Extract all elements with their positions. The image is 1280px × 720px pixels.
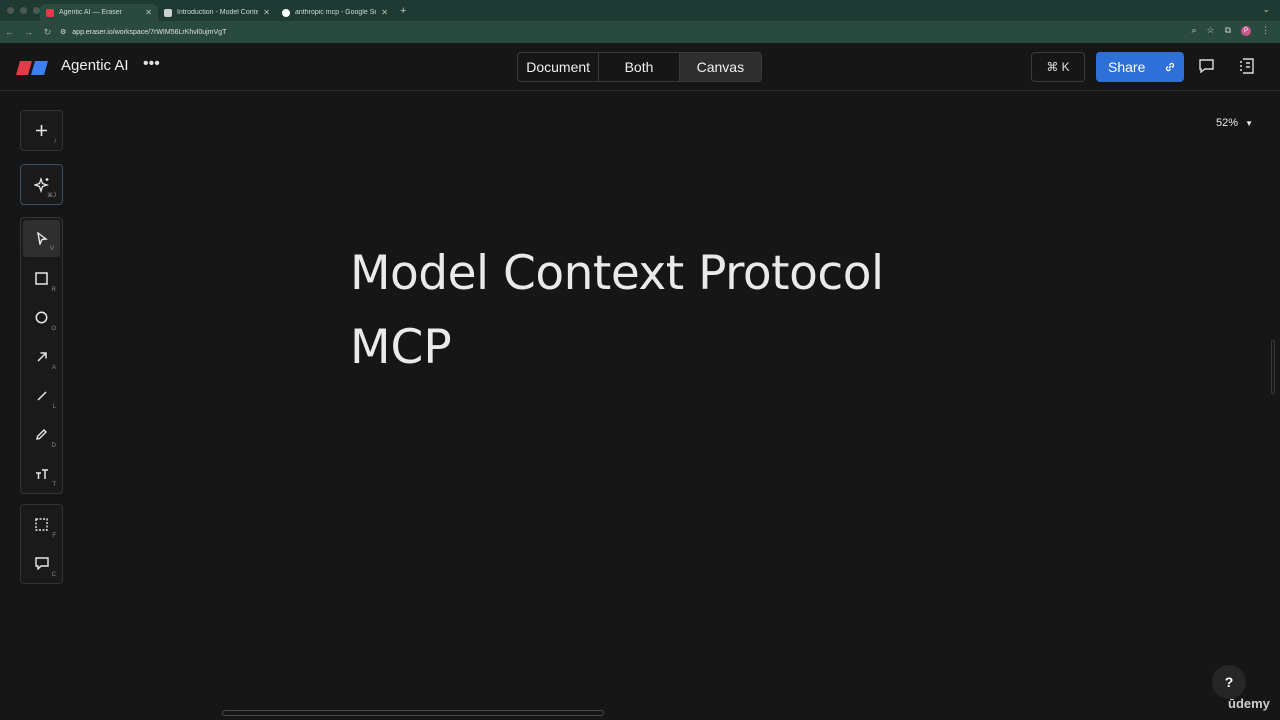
view-mode-toggle: Document Both Canvas (517, 52, 762, 82)
shortcut-key: C (51, 572, 56, 578)
drawing-tool-group: V R O A L D T (20, 217, 63, 494)
share-button[interactable]: Share (1096, 52, 1184, 82)
ai-assist-button[interactable]: ⌘J (21, 165, 62, 204)
shortcut-key: F (52, 533, 56, 539)
mcp-favicon-icon (164, 8, 172, 17)
browser-actions: ⌕ ☆ ⧉ P ⋮ (1191, 25, 1270, 36)
tab-title: Introduction - Model Context (177, 9, 259, 16)
view-canvas-button[interactable]: Canvas (679, 53, 761, 81)
url-text: app.eraser.io/workspace/7rWIM56LrKhvl0uj… (72, 28, 227, 36)
vertical-scrollbar[interactable] (1271, 340, 1275, 394)
bookmark-star-icon[interactable]: ☆ (1206, 25, 1214, 36)
draw-tool-button[interactable]: D (21, 415, 62, 454)
forward-arrow-icon[interactable]: → (19, 27, 38, 37)
sparkle-icon (33, 176, 49, 193)
back-arrow-icon[interactable]: ← (0, 27, 19, 37)
zoom-level: 52% (1216, 117, 1239, 129)
arrow-tool-button[interactable]: A (21, 337, 62, 376)
shortcut-key: L (52, 404, 56, 410)
new-tab-button[interactable]: + (400, 5, 406, 17)
shortcut-key: O (51, 326, 56, 332)
pointer-icon (36, 232, 48, 245)
view-document-button[interactable]: Document (518, 53, 600, 81)
close-icon[interactable]: ✕ (145, 8, 152, 17)
canvas-text-subtitle[interactable]: MCP (350, 320, 452, 375)
site-info-icon[interactable]: ⚙ (60, 28, 66, 36)
copy-link-icon[interactable] (1156, 52, 1184, 82)
tab-title: Agentic AI — Eraser (59, 9, 123, 16)
close-icon[interactable]: ✕ (263, 8, 270, 17)
add-tool-group: / (20, 110, 63, 151)
text-tool-button[interactable]: T (21, 454, 62, 493)
profile-avatar[interactable]: P (1241, 25, 1251, 36)
browser-menu-icon[interactable]: ⋮ (1261, 25, 1270, 36)
text-icon (35, 468, 48, 479)
arrow-icon (36, 351, 47, 362)
zoom-dropdown[interactable]: 52% ▼ (1216, 117, 1253, 129)
close-icon[interactable]: ✕ (381, 8, 388, 17)
frame-icon (35, 518, 48, 531)
eraser-logo-icon[interactable] (16, 61, 48, 75)
shortcut-key: V (49, 246, 54, 252)
plus-icon (36, 125, 47, 136)
browser-tab-eraser[interactable]: Agentic AI — Eraser ✕ (40, 4, 158, 21)
shortcut-key: ⌘J (47, 193, 56, 199)
google-favicon-icon (282, 8, 290, 17)
help-button[interactable]: ? (1212, 665, 1246, 699)
square-icon (35, 272, 48, 285)
chevron-down-icon: ▼ (1245, 119, 1254, 128)
canvas-text-title[interactable]: Model Context Protocol (350, 246, 884, 301)
shortcut-key: D (51, 443, 56, 449)
udemy-watermark: ūdemy (1228, 696, 1270, 711)
outline-panel-icon[interactable] (1238, 57, 1255, 75)
line-icon (36, 390, 47, 401)
add-button[interactable]: / (21, 111, 62, 150)
comment-icon (34, 557, 49, 570)
app-header: Agentic AI ••• Document Both Canvas ⌘ K … (0, 43, 1280, 91)
more-options-icon[interactable]: ••• (143, 55, 160, 73)
browser-tab-mcp-intro[interactable]: Introduction - Model Context ✕ (158, 4, 276, 21)
extra-tool-group: F C (20, 504, 63, 584)
ellipse-tool-button[interactable]: O (21, 298, 62, 337)
browser-tab-bar: Agentic AI — Eraser ✕ Introduction - Mod… (0, 0, 1280, 21)
shortcut-key: R (51, 287, 56, 293)
zoom-lens-icon[interactable]: ⌕ (1191, 25, 1196, 36)
reload-icon[interactable]: ↻ (38, 27, 57, 38)
command-palette-button[interactable]: ⌘ K (1031, 52, 1085, 82)
select-tool-button[interactable]: V (23, 220, 60, 257)
url-field[interactable]: ⚙ app.eraser.io/workspace/7rWIM56LrKhvl0… (60, 24, 1260, 40)
pencil-icon (36, 429, 47, 440)
share-label: Share (1108, 59, 1146, 75)
ai-tool-group: ⌘J (20, 164, 63, 205)
browser-tab-google[interactable]: anthropic mcp - Google Search ✕ (276, 4, 394, 21)
tab-list-chevron-icon[interactable]: ⌄ (1262, 4, 1270, 15)
line-tool-button[interactable]: L (21, 376, 62, 415)
frame-tool-button[interactable]: F (21, 505, 62, 544)
horizontal-scrollbar[interactable] (222, 710, 604, 716)
tab-title: anthropic mcp - Google Search (295, 9, 376, 16)
comment-tool-button[interactable]: C (21, 544, 62, 583)
eraser-favicon-icon (46, 8, 54, 17)
window-controls[interactable] (0, 7, 40, 14)
extensions-icon[interactable]: ⧉ (1225, 25, 1231, 36)
document-title[interactable]: Agentic AI (61, 57, 129, 74)
view-both-button[interactable]: Both (599, 53, 680, 81)
shortcut-key: A (51, 365, 56, 371)
shortcut-key: T (52, 482, 56, 488)
rectangle-tool-button[interactable]: R (21, 259, 62, 298)
circle-icon (35, 311, 48, 324)
address-bar: ← → ↻ ⚙ app.eraser.io/workspace/7rWIM56L… (0, 21, 1280, 43)
shortcut-key: / (54, 139, 56, 145)
comments-icon[interactable] (1198, 58, 1215, 74)
